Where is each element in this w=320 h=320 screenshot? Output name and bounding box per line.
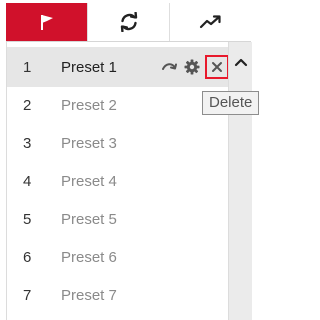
trend-icon (199, 15, 221, 29)
ptz-tab-bar (6, 3, 251, 42)
preset-list: 1 Preset 1 2 Preset 2 3 Preset 3 4 Prese… (6, 42, 252, 320)
refresh-icon (120, 12, 137, 32)
preset-number: 3 (23, 134, 32, 152)
settings-button[interactable] (181, 55, 203, 79)
preset-name: Preset 2 (61, 96, 117, 114)
preset-number: 7 (23, 286, 32, 304)
chevron-up-icon (234, 58, 248, 67)
tab-patrol[interactable] (88, 3, 170, 41)
preset-number: 4 (23, 172, 32, 190)
preset-number: 5 (23, 210, 32, 228)
list-item[interactable]: 1 Preset 1 (7, 47, 229, 87)
preset-number: 2 (23, 96, 32, 114)
call-preset-button[interactable] (159, 55, 181, 79)
flag-icon (40, 15, 53, 30)
delete-tooltip: Delete (202, 91, 260, 115)
preset-name: Preset 1 (61, 58, 117, 76)
preset-number: 6 (23, 248, 32, 266)
vertical-scrollbar[interactable] (228, 42, 252, 320)
ptz-preset-panel: 1 Preset 1 2 Preset 2 3 Preset 3 4 Prese… (0, 0, 273, 320)
preset-name: Preset 6 (61, 248, 117, 266)
row-actions (159, 47, 229, 87)
list-item[interactable]: 6 Preset 6 (7, 237, 229, 277)
tab-preset[interactable] (6, 3, 88, 41)
preset-number: 1 (23, 58, 32, 76)
preset-name: Preset 5 (61, 210, 117, 228)
list-item[interactable]: 5 Preset 5 (7, 199, 229, 239)
tab-pattern[interactable] (170, 3, 251, 41)
list-item[interactable]: 7 Preset 7 (7, 275, 229, 315)
call-preset-arrow-icon (162, 63, 177, 70)
list-item[interactable]: 2 Preset 2 (7, 85, 229, 125)
close-icon (212, 62, 222, 72)
gear-icon (184, 59, 200, 75)
preset-name: Preset 3 (61, 134, 117, 152)
preset-name: Preset 4 (61, 172, 117, 190)
preset-name: Preset 7 (61, 286, 117, 304)
delete-button[interactable] (205, 55, 229, 79)
list-item[interactable]: 3 Preset 3 (7, 123, 229, 163)
list-item[interactable]: 4 Preset 4 (7, 161, 229, 201)
scroll-up-button[interactable] (229, 52, 253, 72)
